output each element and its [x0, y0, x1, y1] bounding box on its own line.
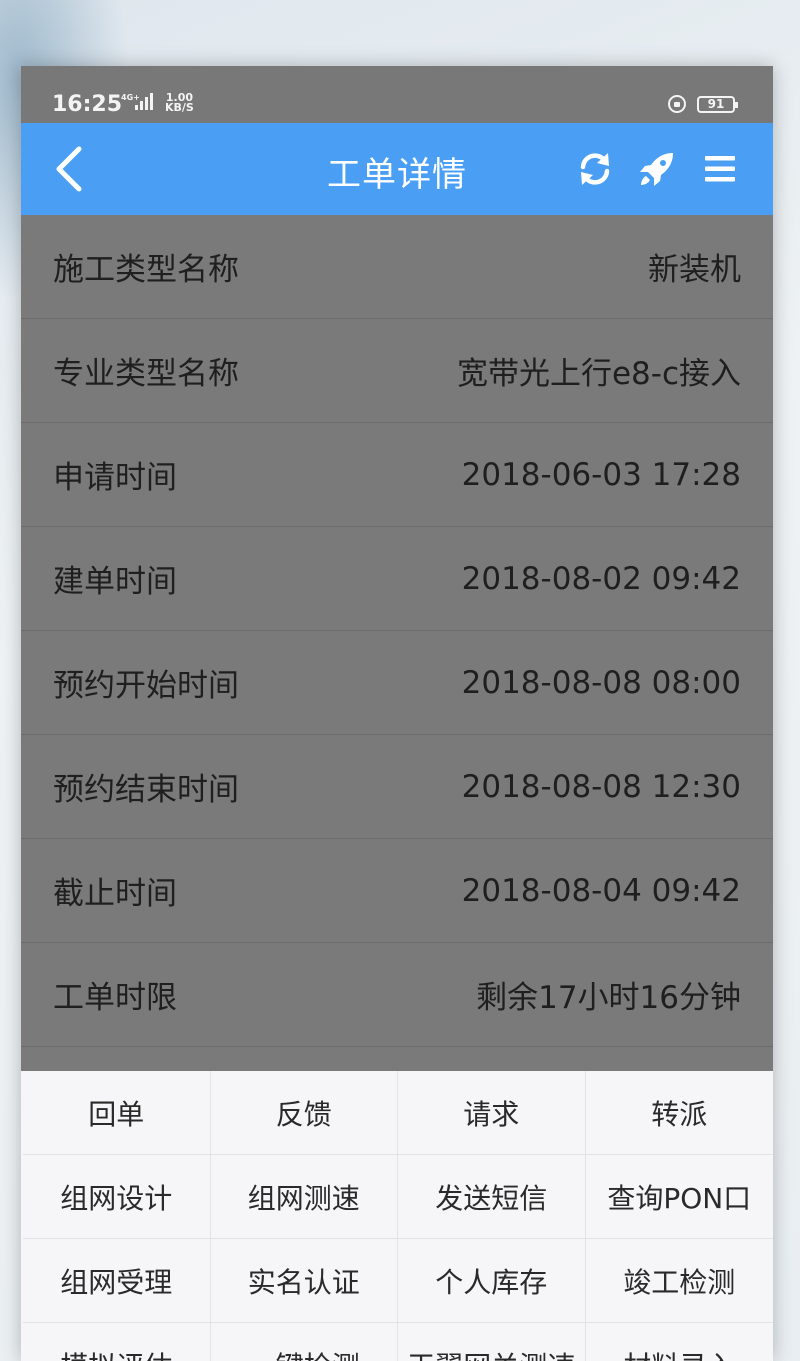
chevron-left-icon	[56, 146, 82, 192]
network-type: 4G+	[121, 93, 140, 102]
rocket-icon	[640, 153, 673, 186]
detail-value: 2018-08-04 09:42	[461, 872, 741, 909]
detail-row-appointment-start: 预约开始时间 2018-08-08 08:00	[21, 631, 773, 735]
action-network-acceptance[interactable]: 组网受理	[23, 1239, 211, 1323]
detail-value: 新装机	[648, 252, 741, 288]
detail-row-construction-type: 施工类型名称 新装机	[21, 215, 773, 319]
detail-label: 截止时间	[53, 876, 177, 912]
action-return-order[interactable]: 回单	[23, 1071, 211, 1155]
action-material-entry[interactable]: 材料录入	[586, 1323, 774, 1361]
detail-value: 2018-08-08 08:00	[461, 664, 741, 701]
action-reassign[interactable]: 转派	[585, 1071, 773, 1155]
action-personal-inventory[interactable]: 个人库存	[398, 1239, 586, 1323]
action-gateway-speed-test[interactable]: 天翼网关测速	[398, 1323, 586, 1361]
detail-row-time-limit: 工单时限 剩余17小时16分钟	[21, 943, 773, 1047]
action-grid: 回单 反馈 请求 转派 组网设计 组网测速 发送短信 查询PON口 组网受理 实…	[23, 1071, 773, 1361]
action-sheet: 回单 反馈 请求 转派 组网设计 组网测速 发送短信 查询PON口 组网受理 实…	[21, 1071, 773, 1361]
menu-button[interactable]	[701, 149, 741, 189]
action-completion-check[interactable]: 竣工检测	[585, 1239, 773, 1323]
rocket-button[interactable]	[637, 149, 677, 189]
refresh-icon	[580, 153, 610, 185]
detail-label: 申请时间	[53, 460, 177, 496]
network-speed: 1.00 KB/S	[165, 92, 194, 114]
action-query-pon-port[interactable]: 查询PON口	[585, 1155, 773, 1239]
action-one-click-check[interactable]: 一键检测	[211, 1323, 398, 1361]
action-send-sms[interactable]: 发送短信	[398, 1155, 586, 1239]
hamburger-menu-icon	[705, 156, 735, 182]
action-network-speed-test[interactable]: 组网测速	[210, 1155, 398, 1239]
detail-label: 施工类型名称	[53, 252, 239, 288]
detail-row-created-time: 建单时间 2018-08-02 09:42	[21, 527, 773, 631]
detail-label: 专业类型名称	[53, 356, 239, 392]
detail-row-apply-time: 申请时间 2018-06-03 17:28	[21, 423, 773, 527]
detail-value: 宽带光上行e8-c接入	[456, 356, 741, 392]
detail-row-deadline: 截止时间 2018-08-04 09:42	[21, 839, 773, 943]
header-bar: 工单详情	[21, 123, 773, 215]
detail-value: 2018-06-03 17:28	[461, 456, 741, 493]
refresh-button[interactable]	[575, 149, 615, 189]
action-feedback[interactable]: 反馈	[210, 1071, 398, 1155]
back-button[interactable]	[51, 145, 91, 193]
action-real-name-auth[interactable]: 实名认证	[210, 1239, 398, 1323]
detail-value: 2018-08-02 09:42	[461, 560, 741, 597]
detail-label: 预约结束时间	[53, 772, 239, 808]
action-network-design[interactable]: 组网设计	[23, 1155, 211, 1239]
detail-row-appointment-end: 预约结束时间 2018-08-08 12:30	[21, 735, 773, 839]
detail-label: 预约开始时间	[53, 668, 239, 704]
detail-value: 剩余17小时16分钟	[476, 980, 741, 1016]
battery-icon: 91	[697, 96, 738, 113]
status-bar: 16:25 4G+ 1.00 KB/S 91	[21, 66, 773, 123]
detail-list: 施工类型名称 新装机 专业类型名称 宽带光上行e8-c接入 申请时间 2018-…	[21, 215, 773, 1047]
action-request[interactable]: 请求	[398, 1071, 586, 1155]
rotation-lock-icon	[668, 95, 686, 113]
detail-label: 建单时间	[53, 564, 177, 600]
speed-unit: KB/S	[165, 101, 194, 114]
action-simulated-assessment[interactable]: 模拟评估	[23, 1323, 211, 1361]
detail-row-specialty-type: 专业类型名称 宽带光上行e8-c接入	[21, 319, 773, 423]
detail-value: 2018-08-08 12:30	[461, 768, 741, 805]
detail-label: 工单时限	[53, 980, 177, 1016]
signal-icon: 4G+	[121, 92, 159, 113]
status-time: 16:25	[52, 92, 123, 117]
